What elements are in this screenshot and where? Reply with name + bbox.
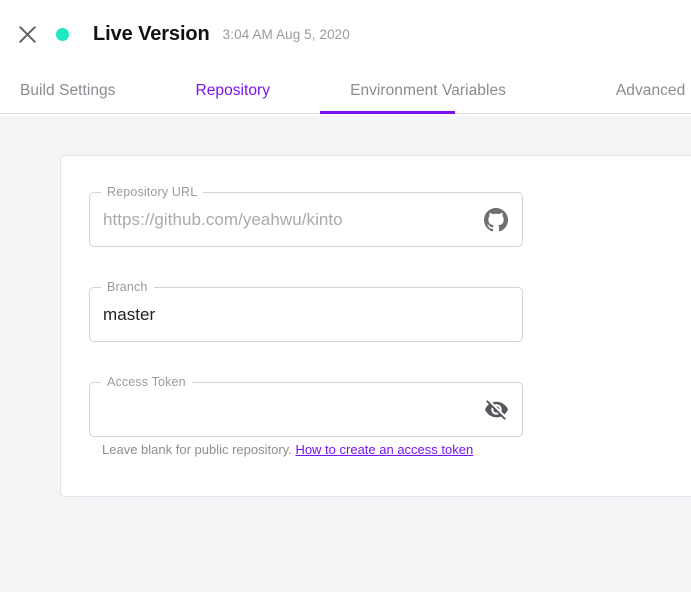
access-token-hint: Leave blank for public repository. How t… bbox=[102, 442, 473, 457]
access-token-label: Access Token bbox=[107, 375, 186, 389]
tab-label: Advanced bbox=[615, 82, 686, 99]
tab-label: Environment Variables bbox=[350, 82, 506, 99]
branch-label: Branch bbox=[107, 280, 148, 294]
tab-advanced[interactable]: Advanced bbox=[561, 68, 685, 114]
tab-build-settings[interactable]: Build Settings bbox=[0, 68, 155, 114]
repository-settings-card: Repository URL Branch bbox=[60, 155, 691, 497]
repository-url-field: Repository URL bbox=[89, 185, 523, 247]
tab-label: Repository bbox=[195, 82, 271, 99]
access-token-help-link[interactable]: How to create an access token bbox=[295, 442, 473, 457]
access-token-outline[interactable]: Access Token bbox=[89, 375, 523, 437]
repository-url-outline[interactable]: Repository URL bbox=[89, 185, 523, 247]
branch-outline[interactable]: Branch bbox=[89, 280, 523, 342]
version-timestamp: 3:04 AM Aug 5, 2020 bbox=[222, 26, 350, 42]
active-tab-indicator bbox=[320, 111, 455, 114]
live-status-dot bbox=[56, 27, 69, 41]
access-token-field: Access Token Leave blank for public repo… bbox=[89, 375, 523, 457]
visibility-off-icon[interactable] bbox=[483, 397, 509, 423]
tab-bar: Build Settings Repository Environment Vari… bbox=[0, 68, 691, 116]
close-icon[interactable] bbox=[12, 19, 42, 49]
content-background: Repository URL Branch bbox=[0, 116, 691, 592]
github-icon[interactable] bbox=[483, 207, 509, 233]
repository-url-label: Repository URL bbox=[107, 185, 198, 199]
branch-field: Branch bbox=[89, 280, 523, 342]
branch-input[interactable] bbox=[103, 301, 483, 329]
repository-url-input[interactable] bbox=[103, 206, 483, 234]
access-token-input[interactable] bbox=[103, 396, 483, 424]
settings-page: Live Version 3:04 AM Aug 5, 2020 Build S… bbox=[0, 0, 691, 592]
page-title: Live Version bbox=[93, 22, 210, 45]
tab-list: Build Settings Repository Environment Vari… bbox=[0, 68, 685, 114]
tab-label: Build Settings bbox=[20, 82, 116, 99]
access-token-hint-text: Leave blank for public repository. bbox=[102, 442, 292, 457]
page-header: Live Version 3:04 AM Aug 5, 2020 bbox=[0, 0, 691, 68]
tab-environment-variables[interactable]: Environment Variables bbox=[310, 68, 561, 114]
tab-repository[interactable]: Repository bbox=[155, 68, 310, 114]
